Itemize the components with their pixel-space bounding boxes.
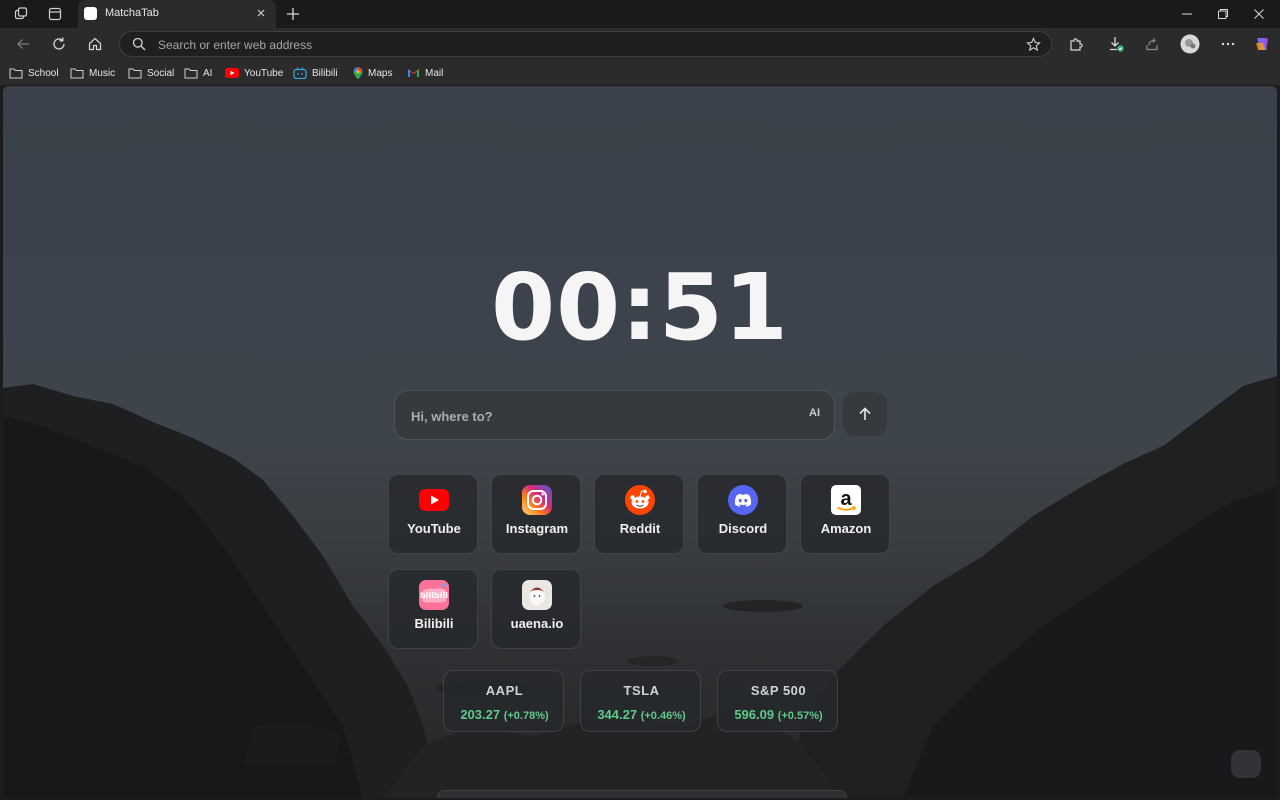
shortcut-label: Reddit (619, 521, 661, 536)
folder-icon (184, 68, 198, 79)
folder-icon (9, 68, 23, 79)
refresh-icon[interactable] (49, 34, 69, 54)
shortcut-uaena[interactable]: uaena.io (491, 569, 581, 649)
settings-corner-button[interactable] (1231, 750, 1261, 778)
bookmark-school[interactable]: School (9, 64, 59, 82)
bookmarks-bar: School Music Social AI YouTube Bilibili … (0, 60, 1280, 86)
search-input[interactable] (411, 405, 771, 427)
bookmark-label: YouTube (244, 67, 284, 79)
search-submit-button[interactable] (843, 392, 887, 436)
share-icon[interactable] (1142, 34, 1162, 54)
stock-change: (+0.57%) (777, 710, 823, 722)
bookmark-social[interactable]: Social (128, 64, 174, 82)
close-window-icon[interactable] (1236, 0, 1280, 28)
discord-icon (727, 485, 759, 515)
extensions-icon[interactable] (1066, 34, 1086, 54)
shortcut-label: Amazon (820, 521, 872, 536)
back-icon[interactable] (13, 34, 33, 54)
folder-icon (70, 68, 84, 79)
bookmark-label: Bilibili (312, 67, 338, 79)
maps-icon (353, 66, 363, 79)
stock-price: 596.09 (734, 707, 775, 722)
shortcut-label: YouTube (407, 521, 461, 536)
bilibili-icon: bilibili (418, 580, 450, 610)
svg-text:bilibili: bilibili (420, 591, 448, 600)
gmail-icon (408, 69, 419, 77)
close-tab-icon[interactable] (254, 6, 268, 20)
home-icon[interactable] (85, 34, 105, 54)
stock-value: 344.27 (+0.46%) (581, 707, 702, 722)
shortcut-label: Discord (718, 521, 768, 536)
workspaces-icon[interactable] (12, 5, 30, 23)
toolbar: Search or enter web address (0, 28, 1280, 60)
stock-symbol: TSLA (623, 683, 660, 698)
tab-favicon (84, 7, 97, 20)
stock-change: (+0.46%) (640, 710, 686, 722)
bookmark-youtube[interactable]: YouTube (225, 64, 283, 82)
shortcut-label: Bilibili (414, 616, 454, 631)
stock-card-aapl[interactable]: AAPL 203.27 (+0.78%) (443, 670, 564, 732)
stock-price: 344.27 (597, 707, 638, 722)
bottom-panel-handle[interactable] (437, 790, 847, 798)
bilibili-icon (293, 67, 307, 79)
profile-avatar-icon[interactable] (1180, 34, 1200, 54)
bookmark-label: Mail (425, 67, 444, 79)
ai-mode-button[interactable]: AI (809, 407, 820, 419)
downloads-icon[interactable] (1106, 34, 1126, 54)
arrow-up-icon (859, 407, 871, 420)
reddit-icon (624, 485, 656, 515)
shortcut-amazon[interactable]: a Amazon (800, 474, 890, 554)
bookmark-label: Maps (368, 67, 393, 79)
new-tab-icon[interactable] (284, 5, 302, 23)
uaena-icon (521, 580, 553, 610)
shortcut-discord[interactable]: Discord (697, 474, 787, 554)
folder-icon (128, 68, 142, 79)
address-bar[interactable]: Search or enter web address (119, 31, 1052, 57)
search-icon (132, 37, 146, 56)
bookmark-ai[interactable]: AI (184, 64, 212, 82)
tab-title: MatchaTab (105, 7, 159, 19)
youtube-icon (418, 485, 450, 515)
new-tab-page: 00:51 AI YouTube Instagram Reddit (3, 86, 1277, 798)
clock: 00:51 (491, 254, 789, 361)
instagram-icon (521, 485, 553, 515)
amazon-icon: a (830, 485, 862, 515)
stock-symbol: AAPL (485, 683, 524, 698)
bookmark-label: School (28, 67, 59, 79)
search-box[interactable]: AI (394, 390, 835, 440)
bookmark-bilibili[interactable]: Bilibili (293, 64, 338, 82)
bookmark-label: Music (89, 67, 116, 79)
stock-card-tsla[interactable]: TSLA 344.27 (+0.46%) (580, 670, 701, 732)
tab-actions-icon[interactable] (46, 5, 64, 23)
stock-symbol: S&P 500 (750, 683, 807, 698)
bookmark-maps[interactable]: Maps (353, 64, 392, 82)
shortcut-youtube[interactable]: YouTube (388, 474, 478, 554)
stock-change: (+0.78%) (503, 710, 549, 722)
stock-value: 203.27 (+0.78%) (444, 707, 565, 722)
address-placeholder: Search or enter web address (158, 38, 313, 52)
stock-card-sp500[interactable]: S&P 500 596.09 (+0.57%) (717, 670, 838, 732)
stock-value: 596.09 (+0.57%) (718, 707, 839, 722)
shortcut-instagram[interactable]: Instagram (491, 474, 581, 554)
youtube-icon (225, 68, 239, 78)
tab-matchatab[interactable]: MatchaTab (78, 0, 276, 28)
shortcut-label: uaena.io (510, 616, 564, 631)
shortcut-bilibili[interactable]: bilibili Bilibili (388, 569, 478, 649)
favorite-star-icon[interactable] (1026, 37, 1041, 57)
stock-price: 203.27 (460, 707, 501, 722)
svg-text:a: a (840, 488, 852, 510)
more-options-icon[interactable] (1218, 34, 1238, 54)
copilot-icon[interactable] (1252, 34, 1272, 54)
bookmark-label: AI (203, 67, 213, 79)
shortcut-reddit[interactable]: Reddit (594, 474, 684, 554)
bookmark-music[interactable]: Music (70, 64, 115, 82)
shortcut-label: Instagram (505, 521, 569, 536)
bookmark-mail[interactable]: Mail (407, 64, 443, 82)
bookmark-label: Social (147, 67, 175, 79)
title-bar: MatchaTab (0, 0, 1280, 28)
